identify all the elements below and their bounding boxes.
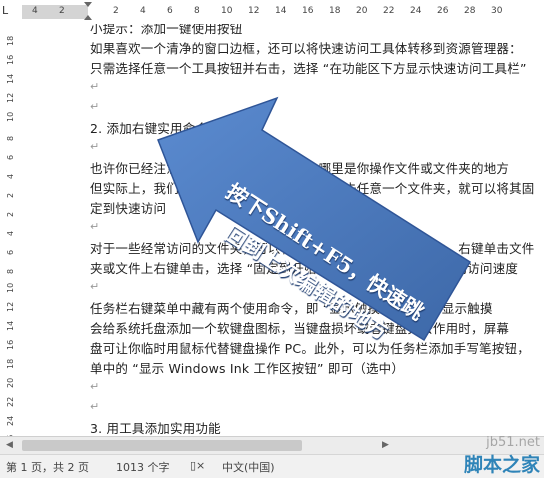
paragraph-mark: ↵ [90,140,100,153]
ruler-number: 12 [248,6,260,16]
proofing-icon[interactable]: ▯× [190,459,205,472]
ruler-number: 12 [6,92,15,103]
ruler-number: 6 [6,249,15,255]
ruler-number: 2 [6,192,15,198]
horizontal-scrollbar[interactable]: ◀ ▶ [0,436,544,455]
paragraph-mark: ↵ [90,220,100,233]
text-line[interactable]: 如果喜欢一个清净的窗口边框，还可以将快速访问工具体转移到资源管理器： [90,38,522,57]
ruler-number: 24 [410,6,422,16]
text-line[interactable]: 只需选择任意一个工具按钮并右击，选择 “在功能区下方显示快速访问工具栏” [90,58,527,77]
ruler-number: 4 [32,6,38,16]
ruler-number: 16 [302,6,314,16]
watermark-site: jb51.net [486,435,540,450]
first-line-indent-marker[interactable] [84,2,92,7]
tab-selector[interactable]: L [2,4,14,18]
page-count[interactable]: 第 1 页，共 2 页 [6,459,89,475]
watermark-name: 脚本之家 [463,454,540,476]
text-line[interactable]: 盘可让你临时用鼠标代替键盘操作 PC。此外，可以为任务栏添加手写笔按钮， [90,338,530,357]
ruler-number: 16 [6,339,15,350]
text-line[interactable]: 也许你已经注意到了这个快速访问菜单，哪里是你操作文件或文件夹的地方 [90,158,509,177]
text-line[interactable]: 小提示：添加一键使用按钮 [90,24,242,37]
ruler-number: 22 [383,6,395,16]
ruler-number: 10 [6,282,15,293]
ruler-number: 30 [491,6,503,16]
text-line[interactable]: 任务栏右键菜单中藏有两个使用命令，即 “显示触摸键盘按钮” 显示触摸 [90,298,493,317]
ruler-number: 6 [6,154,15,160]
text-line[interactable]: 定到快速访问 [90,198,166,217]
scroll-thumb[interactable] [22,440,302,451]
paragraph-mark: ↵ [90,380,100,393]
word-count[interactable]: 1013 个字 [116,459,170,475]
ruler-number: 14 [275,6,287,16]
status-bar: 第 1 页，共 2 页 1013 个字 ▯× 中文(中国) [0,454,544,478]
ruler-number: 12 [6,301,15,312]
ruler-number: 18 [329,6,341,16]
paragraph-mark: ↵ [90,100,100,113]
ruler-number: 14 [6,73,15,84]
ruler-number: 2 [59,6,65,16]
language-indicator[interactable]: 中文(中国) [222,459,275,475]
ruler-number: 4 [6,173,15,179]
ruler-number: 2 [113,6,119,16]
ruler-number: 20 [356,6,368,16]
paragraph-mark: ↵ [90,80,100,93]
ruler-number: 18 [6,35,15,46]
ruler-number: 22 [6,396,15,407]
hanging-indent-marker[interactable] [84,15,92,20]
ruler-number: 16 [6,54,15,65]
ruler-number: 18 [6,358,15,369]
scroll-right-icon[interactable]: ▶ [382,440,389,450]
ruler-number: 28 [464,6,476,16]
ruler-number: 20 [6,377,15,388]
paragraph-mark: ↵ [90,400,100,413]
ruler-number: 14 [6,320,15,331]
text-line[interactable]: 会给系统托盘添加一个软键盘图标，当键盘损坏或者键盘失去作用时，屏幕 [90,318,509,337]
ruler-number: 10 [6,111,15,122]
scroll-left-icon[interactable]: ◀ [6,440,13,450]
text-line[interactable]: 但实际上，我们可以将它固定在这里。右键单击任意一个文件夹，就可以将其固 [90,178,535,197]
ruler-number: 8 [194,6,200,16]
ruler-number: 10 [221,6,233,16]
paragraph-mark: ↵ [90,280,100,293]
section-heading[interactable]: 3. 用工具添加实用功能 [90,418,221,436]
vertical-ruler[interactable]: 181614121086422468101214161820222426 [0,24,23,445]
ruler-number: 2 [6,211,15,217]
text-line[interactable]: 单中的 “显示 Windows Ink 工作区按钮” 即可（选中） [90,358,404,377]
horizontal-ruler[interactable]: L 4 2 2 4 6 8 10 12 14 16 18 20 22 24 26 28 30 [0,0,544,25]
section-heading[interactable]: 2. 添加右键实用命令 [90,118,208,137]
ruler-number: 4 [6,230,15,236]
ruler-number: 26 [437,6,449,16]
ruler-number: 4 [140,6,146,16]
ruler-number: 8 [6,268,15,274]
ruler-number: 6 [167,6,173,16]
watermark: jb51.net 脚本之家 [464,435,540,477]
ruler-number: 8 [6,135,15,141]
ruler-text-area [88,5,544,19]
ruler-number: 24 [6,415,15,426]
